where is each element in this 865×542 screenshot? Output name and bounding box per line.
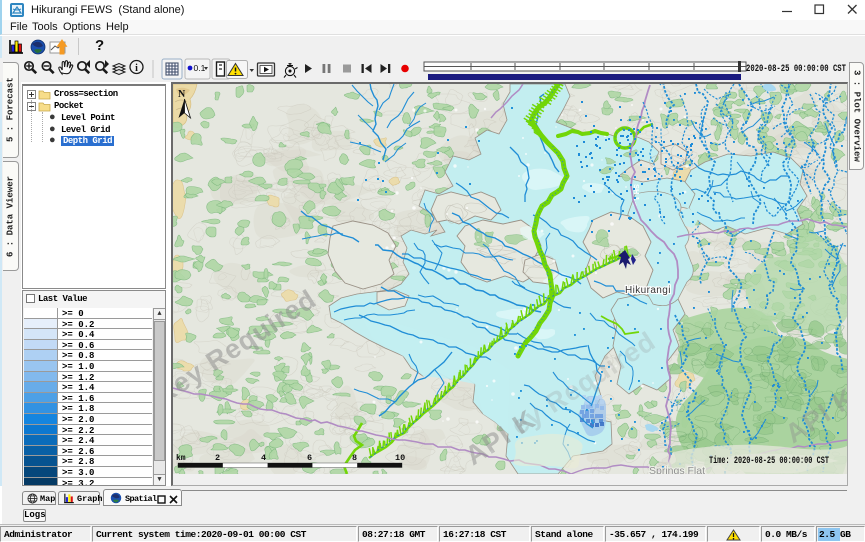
svg-text:4: 4 xyxy=(261,453,266,463)
svg-text:SH 1: SH 1 xyxy=(632,184,641,201)
svg-text:Time: 2020-08-25 00:00:00 CST: Time: 2020-08-25 00:00:00 CST xyxy=(709,455,829,467)
svg-text:2020-08-25 00:00:00 CST: 2020-08-25 00:00:00 CST xyxy=(746,64,846,75)
svg-text:i: i xyxy=(135,63,138,74)
svg-text:Springs Flat: Springs Flat xyxy=(649,465,705,474)
svg-text:2: 2 xyxy=(215,453,220,463)
svg-text:N: N xyxy=(178,89,186,100)
svg-text:km: km xyxy=(176,454,186,463)
svg-text:6: 6 xyxy=(307,453,312,463)
svg-text:Hikurangi: Hikurangi xyxy=(625,285,671,296)
svg-text:10: 10 xyxy=(395,453,405,463)
svg-text:0.1: 0.1 xyxy=(194,63,206,73)
svg-text:8: 8 xyxy=(352,453,357,463)
